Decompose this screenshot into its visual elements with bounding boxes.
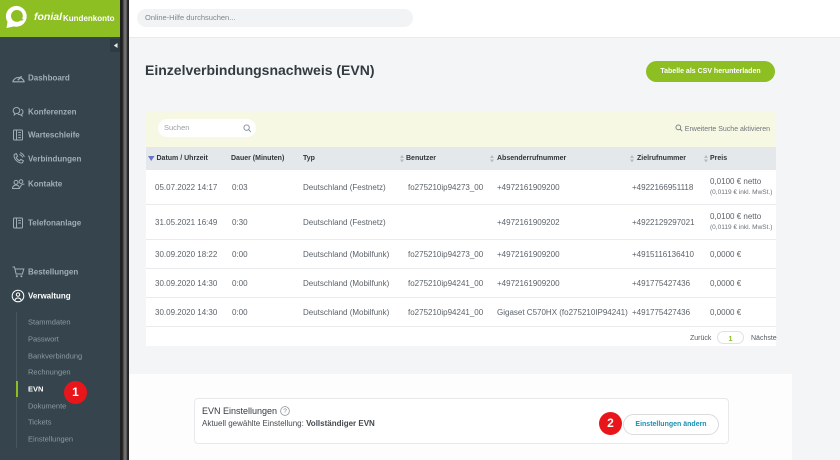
svg-text:?: ? <box>283 408 287 415</box>
